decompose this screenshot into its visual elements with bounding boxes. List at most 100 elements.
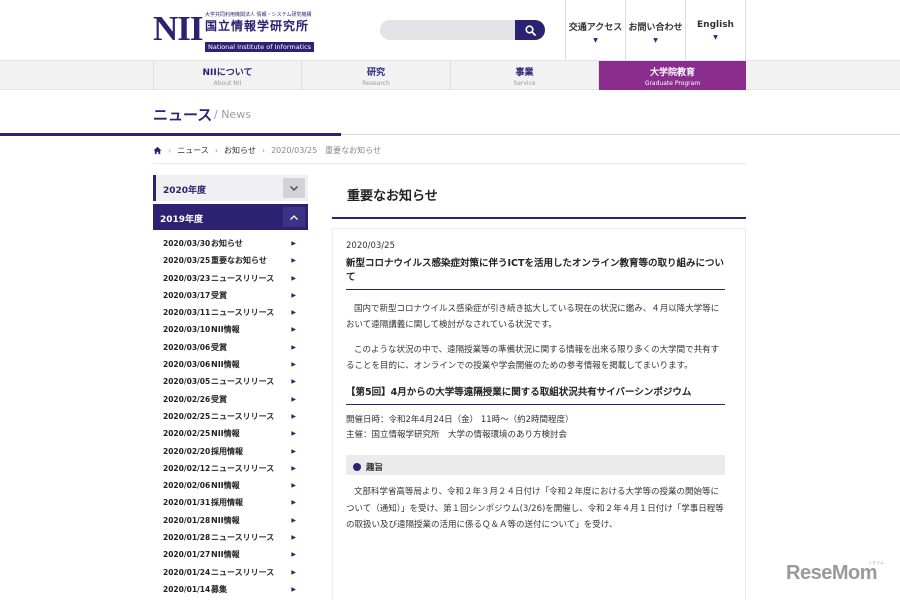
list-item[interactable]: 2020/03/30お知らせ ▶ — [153, 235, 308, 252]
list-item[interactable]: 2020/01/28ニュースリリース ▶ — [153, 529, 308, 546]
list-item[interactable]: 2020/01/28NII情報 ▶ — [153, 512, 308, 529]
contact-link[interactable]: お問い合わせ ▼ — [625, 0, 685, 60]
arrow-right-icon: ▶ — [291, 291, 296, 299]
news-date: 2020/02/06 — [163, 481, 211, 491]
news-category: NII情報 — [211, 550, 240, 560]
home-icon[interactable] — [153, 146, 162, 155]
logo-org-line: 大学共同利用機関法人 情報・システム研究機構 — [205, 12, 312, 18]
news-category: 受賞 — [211, 342, 227, 352]
list-item[interactable]: 2020/03/06受賞 ▶ — [153, 339, 308, 356]
news-category: NII情報 — [211, 481, 240, 491]
news-category: NII情報 — [211, 429, 240, 439]
nav-research[interactable]: 研究 Research — [301, 61, 450, 90]
list-item[interactable]: 2020/03/05ニュースリリース ▶ — [153, 373, 308, 390]
chevron-up-icon[interactable] — [283, 207, 305, 227]
arrow-right-icon: ▶ — [291, 343, 296, 351]
list-item[interactable]: 2020/03/10NII情報 ▶ — [153, 321, 308, 338]
news-category: お知らせ — [211, 239, 243, 248]
news-date: 2020/02/12 — [163, 463, 211, 473]
english-link[interactable]: English ▼ — [685, 0, 746, 60]
arrow-right-icon: ▶ — [291, 309, 296, 317]
list-item[interactable]: 2020/02/20採用情報 ▶ — [153, 443, 308, 460]
news-category: 重要なお知らせ — [211, 256, 267, 266]
logo-name-jp: 国立情報学研究所 — [205, 19, 310, 33]
breadcrumb-news[interactable]: ニュース — [177, 145, 209, 156]
year-2020-label: 2020年度 — [163, 186, 207, 196]
caret-down-icon: ▼ — [653, 37, 658, 44]
list-item[interactable]: 2020/02/25NII情報 ▶ — [153, 425, 308, 442]
search-icon — [524, 24, 536, 36]
news-category: 採用情報 — [211, 446, 243, 456]
year-2019-toggle[interactable]: 2019年度 — [153, 204, 308, 230]
year-2020-toggle[interactable]: 2020年度 — [153, 175, 308, 201]
breadcrumb-separator: › — [168, 146, 172, 155]
news-date: 2020/02/26 — [163, 394, 211, 404]
logo-name-en: National Institute of Informatics — [205, 42, 315, 52]
search-button[interactable] — [515, 20, 545, 40]
list-item[interactable]: 2020/01/14募集 ▶ — [153, 581, 308, 598]
list-item[interactable]: 2020/03/06NII情報 ▶ — [153, 356, 308, 373]
news-date: 2020/03/11 — [163, 308, 211, 318]
arrow-right-icon: ▶ — [291, 361, 296, 369]
list-item[interactable]: 2020/02/26受賞 ▶ — [153, 391, 308, 408]
nav-about-label: NIIについて — [202, 68, 253, 78]
news-date: 2020/02/20 — [163, 446, 211, 456]
purpose-label: 趣旨 — [366, 463, 384, 473]
news-date: 2020/01/24 — [163, 567, 211, 577]
news-category: NII情報 — [211, 360, 240, 370]
arrow-right-icon: ▶ — [291, 499, 296, 507]
news-date: 2020/02/25 — [163, 429, 211, 439]
nii-logo[interactable]: NII 大学共同利用機関法人 情報・システム研究機構 国立情報学研究所 Nati… — [153, 11, 323, 52]
search-input[interactable] — [380, 20, 520, 40]
event-organizer: 主催：国立情報学研究所 大学の情報環境のあり方検討会 — [346, 430, 568, 440]
purpose-band: 趣旨 — [346, 455, 725, 475]
arrow-right-icon: ▶ — [291, 464, 296, 472]
arrow-right-icon: ▶ — [291, 395, 296, 403]
list-item[interactable]: 2020/02/25ニュースリリース ▶ — [153, 408, 308, 425]
nav-about[interactable]: NIIについて About NII — [153, 61, 301, 90]
news-category: ニュースリリース — [211, 308, 275, 318]
article-date: 2020/03/25 — [346, 241, 395, 251]
arrow-right-icon: ▶ — [291, 568, 296, 576]
news-category: ニュースリリース — [211, 567, 275, 577]
news-category: NII情報 — [211, 325, 240, 335]
news-category: ニュースリリース — [211, 377, 275, 387]
arrow-right-icon: ▶ — [291, 482, 296, 490]
list-item[interactable]: 2020/03/23ニュースリリース ▶ — [153, 270, 308, 287]
list-item[interactable]: 2020/01/31採用情報 ▶ — [153, 494, 308, 511]
nav-service-sublabel: Service — [513, 80, 536, 87]
arrow-right-icon: ▶ — [291, 412, 296, 420]
nav-research-sublabel: Research — [362, 80, 390, 87]
news-category: ニュースリリース — [211, 273, 275, 283]
news-date: 2020/03/25 — [163, 256, 211, 266]
list-item[interactable]: 2020/02/12ニュースリリース ▶ — [153, 460, 308, 477]
arrow-right-icon: ▶ — [291, 551, 296, 559]
list-item[interactable]: 2020/01/27NII情報 ▶ — [153, 546, 308, 563]
nav-graduate[interactable]: 大学院教育 Graduate Program — [598, 61, 746, 90]
list-item[interactable]: 2020/03/11ニュースリリース ▶ — [153, 304, 308, 321]
chevron-down-icon[interactable] — [283, 178, 305, 198]
news-date: 2020/03/30 — [163, 239, 211, 248]
news-date: 2020/01/28 — [163, 515, 211, 525]
list-item[interactable]: 2020/01/24ニュースリリース ▶ — [153, 564, 308, 581]
article-paragraph: 国内で新型コロナウイルス感染症が引き続き拡大している現在の状況に鑑み、４月以降大… — [346, 304, 720, 330]
main-content: 重要なお知らせ 2020/03/25 新型コロナウイルス感染症対策に伴うICTを… — [332, 175, 746, 600]
nav-about-sublabel: About NII — [213, 80, 242, 87]
english-label: English — [697, 20, 734, 30]
breadcrumb: › ニュース › お知らせ › 2020/03/25 重要なお知らせ — [153, 145, 381, 156]
event-info: 開催日時：令和2年4月24日（金） 11時～（約2時間程度） 主催：国立情報学研… — [346, 413, 735, 443]
arrow-right-icon: ▶ — [291, 447, 296, 455]
list-item[interactable]: 2020/03/25重要なお知らせ ▶ — [153, 252, 308, 269]
nav-graduate-label: 大学院教育 — [649, 68, 695, 78]
list-item[interactable]: 2020/03/17受賞 ▶ — [153, 287, 308, 304]
symposium-title: 【第5回】4月からの大学等遠隔授業に関する取組状況共有サイバーシンポジウム — [346, 386, 725, 405]
list-item[interactable]: 2020/02/06NII情報 ▶ — [153, 477, 308, 494]
breadcrumb-notice[interactable]: お知らせ — [224, 145, 256, 156]
nav-service[interactable]: 事業 Service — [450, 61, 598, 90]
access-link[interactable]: 交通アクセス ▼ — [565, 0, 625, 60]
nav-research-label: 研究 — [366, 68, 385, 78]
news-date: 2020/03/06 — [163, 360, 211, 370]
news-date: 2020/03/17 — [163, 290, 211, 300]
article: 2020/03/25 新型コロナウイルス感染症対策に伴うICTを活用したオンライ… — [332, 228, 746, 600]
arrow-right-icon: ▶ — [291, 516, 296, 524]
